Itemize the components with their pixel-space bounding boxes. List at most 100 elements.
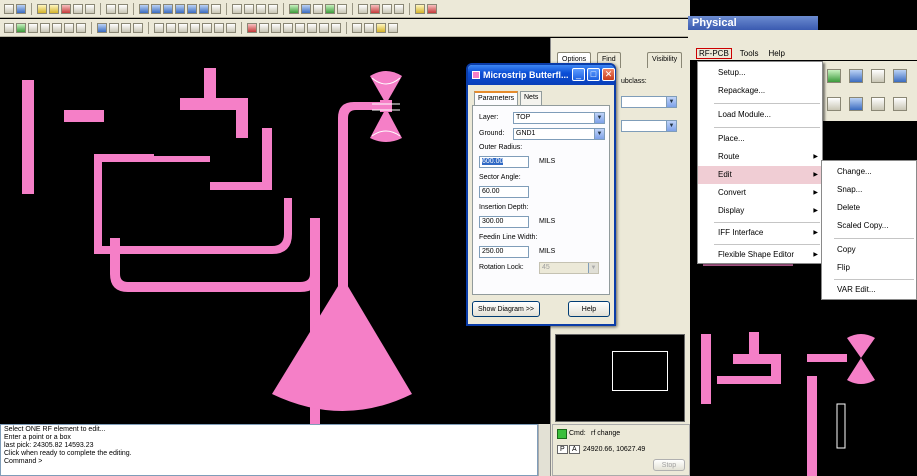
copy-icon[interactable] bbox=[49, 3, 59, 14]
shape-add-icon[interactable] bbox=[154, 22, 164, 33]
feedin-width-input[interactable]: 250.00 bbox=[479, 246, 529, 258]
submenu-item-delete[interactable]: Delete bbox=[822, 199, 916, 217]
rotate-icon[interactable] bbox=[893, 97, 907, 111]
rf-line-icon[interactable] bbox=[247, 22, 257, 33]
move-icon[interactable] bbox=[109, 22, 119, 33]
zoom-prev-icon[interactable] bbox=[175, 3, 185, 14]
rf-snap-icon[interactable] bbox=[352, 22, 362, 33]
place-icon[interactable] bbox=[849, 97, 863, 111]
menu-item-flexible-shape-editor[interactable]: Flexible Shape Editor ▶ bbox=[698, 246, 822, 264]
minus-icon[interactable] bbox=[118, 3, 128, 14]
grid-icon[interactable] bbox=[849, 69, 863, 83]
display-icon[interactable] bbox=[893, 69, 907, 83]
butterfly-stub[interactable] bbox=[847, 358, 875, 384]
export-icon[interactable] bbox=[394, 3, 404, 14]
trace-segment[interactable] bbox=[717, 376, 777, 384]
rf-edit-icon[interactable] bbox=[331, 22, 341, 33]
menu-rf-pcb[interactable]: RF-PCB bbox=[696, 48, 732, 59]
show-diagram-button[interactable]: Show Diagram >> bbox=[472, 301, 540, 317]
zoom-out-icon[interactable] bbox=[151, 3, 161, 14]
rf-taper-icon[interactable] bbox=[283, 22, 293, 33]
trace-segment[interactable] bbox=[701, 334, 711, 404]
sector-angle-input[interactable]: 60.00 bbox=[479, 186, 529, 198]
tab-nets[interactable]: Nets bbox=[520, 91, 543, 105]
trace-segment[interactable] bbox=[204, 68, 216, 110]
redo-icon[interactable] bbox=[85, 3, 95, 14]
world-view[interactable] bbox=[555, 334, 685, 422]
save-icon[interactable] bbox=[16, 3, 26, 14]
submenu-item-var-edit[interactable]: VAR Edit... bbox=[822, 281, 916, 299]
copy-icon[interactable] bbox=[871, 97, 885, 111]
menu-item-place[interactable]: Place... bbox=[698, 130, 822, 148]
text-icon[interactable] bbox=[256, 3, 266, 14]
tab-visibility[interactable]: Visibility bbox=[647, 52, 683, 68]
submenu-item-copy[interactable]: Copy bbox=[822, 241, 916, 259]
class-dropdown[interactable]: ▼ bbox=[621, 96, 677, 108]
delete-icon[interactable] bbox=[61, 3, 71, 14]
p-toggle[interactable]: P bbox=[557, 445, 568, 454]
line-icon[interactable] bbox=[232, 3, 242, 14]
open-icon[interactable] bbox=[4, 3, 14, 14]
trace-segment[interactable] bbox=[94, 154, 102, 254]
maximize-icon[interactable]: □ bbox=[587, 68, 600, 81]
rf-spiral-icon[interactable] bbox=[319, 22, 329, 33]
connect-icon[interactable] bbox=[16, 22, 26, 33]
custom-smooth-icon[interactable] bbox=[52, 22, 62, 33]
submenu-item-snap[interactable]: Snap... bbox=[822, 181, 916, 199]
delay-tune-icon[interactable] bbox=[40, 22, 50, 33]
trace-segment[interactable] bbox=[210, 182, 272, 190]
3d-view-icon[interactable] bbox=[382, 3, 392, 14]
report-icon[interactable] bbox=[358, 3, 368, 14]
menu-help[interactable]: Help bbox=[766, 49, 786, 58]
rf-tee-icon[interactable] bbox=[271, 22, 281, 33]
subclass-dropdown[interactable]: ▼ bbox=[621, 120, 677, 132]
rf-bend-icon[interactable] bbox=[259, 22, 269, 33]
submenu-item-flip[interactable]: Flip bbox=[822, 259, 916, 277]
minimize-icon[interactable]: _ bbox=[572, 68, 585, 81]
place-icon[interactable] bbox=[97, 22, 107, 33]
butterfly-stub[interactable] bbox=[370, 108, 402, 142]
layers-icon[interactable] bbox=[289, 3, 299, 14]
fanout-icon[interactable] bbox=[76, 22, 86, 33]
radial-stub[interactable] bbox=[272, 278, 412, 411]
rf-library-icon[interactable] bbox=[388, 22, 398, 33]
delete-icon[interactable] bbox=[827, 97, 841, 111]
status-icon[interactable] bbox=[325, 3, 335, 14]
insertion-depth-input[interactable]: 300.00 bbox=[479, 216, 529, 228]
trace-segment[interactable] bbox=[236, 98, 248, 138]
layers-icon[interactable] bbox=[871, 69, 885, 83]
zoom-points-icon[interactable] bbox=[199, 3, 209, 14]
rf-text-icon[interactable] bbox=[364, 22, 374, 33]
rotation-lock-select[interactable]: 45 ▼ bbox=[539, 262, 599, 274]
a-toggle[interactable]: A bbox=[569, 445, 580, 454]
zoom-world-icon[interactable] bbox=[187, 3, 197, 14]
layer-select[interactable]: TOP ▼ bbox=[513, 112, 605, 124]
menu-tools[interactable]: Tools bbox=[738, 49, 761, 58]
rf-arc-icon[interactable] bbox=[307, 22, 317, 33]
color-icon[interactable] bbox=[301, 3, 311, 14]
rf-properties-icon[interactable] bbox=[376, 22, 386, 33]
trace-segment[interactable] bbox=[64, 110, 104, 122]
butterfly-stub[interactable] bbox=[370, 71, 402, 104]
zoom-fit-icon[interactable] bbox=[163, 3, 173, 14]
route-icon[interactable] bbox=[827, 69, 841, 83]
vertex-icon[interactable] bbox=[64, 22, 74, 33]
menu-item-iff-interface[interactable]: IFF Interface ▶ bbox=[698, 224, 822, 242]
trace-bend[interactable] bbox=[244, 198, 292, 254]
shape-merge-icon[interactable] bbox=[214, 22, 224, 33]
trace-segment[interactable] bbox=[150, 156, 210, 162]
command-log-scrollbar[interactable] bbox=[538, 424, 550, 476]
trace-segment[interactable] bbox=[94, 154, 154, 162]
menu-item-load-module[interactable]: Load Module... bbox=[698, 106, 822, 124]
undo-icon[interactable] bbox=[73, 3, 83, 14]
zoom-in-icon[interactable] bbox=[139, 3, 149, 14]
grid-icon[interactable] bbox=[268, 3, 278, 14]
shape-void-icon[interactable] bbox=[202, 22, 212, 33]
info-icon[interactable] bbox=[313, 3, 323, 14]
mirror-icon[interactable] bbox=[133, 22, 143, 33]
outer-radius-input[interactable]: 600.00 bbox=[479, 156, 529, 168]
command-log[interactable]: Select ONE RF element to edit... Enter a… bbox=[0, 424, 538, 476]
trace-segment[interactable] bbox=[22, 80, 34, 194]
menu-item-edit[interactable]: Edit ▶ bbox=[698, 166, 822, 184]
help-button[interactable]: Help bbox=[568, 301, 610, 317]
